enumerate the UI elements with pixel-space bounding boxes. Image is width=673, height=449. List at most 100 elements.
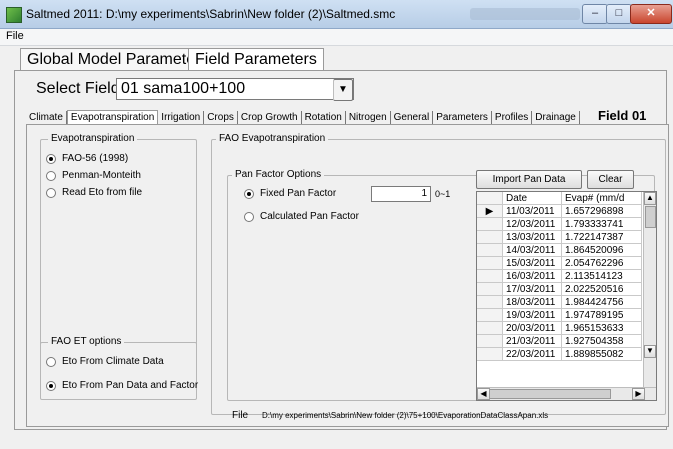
title-bar: Saltmed 2011: D:\my experiments\Sabrin\N… xyxy=(0,0,673,29)
scroll-right-icon[interactable]: ▶ xyxy=(632,388,645,400)
import-pan-data-button[interactable]: Import Pan Data xyxy=(476,170,582,189)
pan-factor-options-title: Pan Factor Options xyxy=(232,169,325,180)
table-row[interactable]: 21/03/2011 1.927504358 xyxy=(477,334,642,348)
cell-evap[interactable]: 2.054762296 xyxy=(561,256,642,270)
pan-factor-range: 0~1 xyxy=(435,189,451,199)
cell-evap[interactable]: 1.965153633 xyxy=(561,321,642,335)
cell-date[interactable]: 19/03/2011 xyxy=(502,308,562,322)
row-header xyxy=(477,230,503,244)
cell-evap[interactable]: 2.022520516 xyxy=(561,282,642,296)
tab-global-model-parameters[interactable]: Global Model Parameters xyxy=(20,48,216,72)
option-read-eto-from-file[interactable]: Read Eto from file xyxy=(46,187,142,198)
table-row[interactable]: 20/03/2011 1.965153633 xyxy=(477,321,642,335)
tab-drainage[interactable]: Drainage xyxy=(532,111,580,125)
option-eto-from-pan-data[interactable]: Eto From Pan Data and Factor xyxy=(46,380,198,391)
cell-date[interactable]: 17/03/2011 xyxy=(502,282,562,296)
row-header xyxy=(477,217,503,231)
title-bar-blurred-region xyxy=(470,8,580,20)
tab-parameters[interactable]: Parameters xyxy=(433,111,492,125)
cell-evap[interactable]: 1.889855082 xyxy=(561,347,642,361)
app-icon xyxy=(6,7,22,23)
radio-selected-icon[interactable] xyxy=(46,380,56,391)
cell-evap[interactable]: 1.722147387 xyxy=(561,230,642,244)
option-fixed-pan-factor[interactable]: Fixed Pan Factor xyxy=(244,188,336,199)
column-header-date[interactable]: Date xyxy=(502,192,562,205)
grid-vertical-scrollbar[interactable]: ▲ ▼ xyxy=(643,192,656,388)
cell-date[interactable]: 18/03/2011 xyxy=(502,295,562,309)
clear-button[interactable]: Clear xyxy=(587,170,634,189)
table-row[interactable]: 14/03/2011 1.864520096 xyxy=(477,243,642,257)
cell-date[interactable]: 16/03/2011 xyxy=(502,269,562,283)
cell-evap[interactable]: 1.984424756 xyxy=(561,295,642,309)
vertical-scroll-thumb[interactable] xyxy=(645,206,656,228)
cell-evap[interactable]: 1.927504358 xyxy=(561,334,642,348)
tab-crop-growth[interactable]: Crop Growth xyxy=(238,111,302,125)
row-header xyxy=(477,282,503,296)
radio-unselected-icon[interactable] xyxy=(46,187,56,198)
radio-unselected-icon[interactable] xyxy=(244,211,254,222)
tab-field-parameters[interactable]: Field Parameters xyxy=(188,48,324,72)
cell-evap[interactable]: 1.793333741 xyxy=(561,217,642,231)
table-row[interactable]: 15/03/2011 2.054762296 xyxy=(477,256,642,270)
cell-evap[interactable]: 1.657296898 xyxy=(561,204,642,218)
tab-profiles[interactable]: Profiles xyxy=(492,111,533,125)
table-row[interactable]: ▶ 11/03/2011 1.657296898 xyxy=(477,204,642,218)
radio-selected-icon[interactable] xyxy=(46,153,56,164)
option-penman-monteith[interactable]: Penman-Monteith xyxy=(46,170,141,181)
minimize-button[interactable]: – xyxy=(582,4,608,24)
cell-date[interactable]: 11/03/2011 xyxy=(502,204,562,218)
fao-evapotranspiration-title: FAO Evapotranspiration xyxy=(216,133,329,144)
table-row[interactable]: 22/03/2011 1.889855082 xyxy=(477,347,642,361)
menu-file[interactable]: File xyxy=(6,30,24,42)
option-eto-from-climate-data[interactable]: Eto From Climate Data xyxy=(46,356,164,367)
table-row[interactable]: 17/03/2011 2.022520516 xyxy=(477,282,642,296)
column-header-evap[interactable]: Evap# (mm/d xyxy=(561,192,642,205)
cell-date[interactable]: 15/03/2011 xyxy=(502,256,562,270)
table-row[interactable]: 19/03/2011 1.974789195 xyxy=(477,308,642,322)
cell-date[interactable]: 14/03/2011 xyxy=(502,243,562,257)
table-row[interactable]: 16/03/2011 2.113514123 xyxy=(477,269,642,283)
option-calculated-pan-factor[interactable]: Calculated Pan Factor xyxy=(244,211,359,222)
scroll-down-icon[interactable]: ▼ xyxy=(644,345,656,358)
fao-et-options-group xyxy=(40,342,197,400)
table-row[interactable]: 12/03/2011 1.793333741 xyxy=(477,217,642,231)
cell-date[interactable]: 20/03/2011 xyxy=(502,321,562,335)
row-header xyxy=(477,347,503,361)
grid-header-row: Date Evap# (mm/d xyxy=(477,192,642,205)
bottom-strip xyxy=(0,440,673,449)
tab-irrigation[interactable]: Irrigation xyxy=(158,111,205,125)
file-path: D:\my experiments\Sabrin\New folder (2)\… xyxy=(262,411,549,420)
pan-data-grid[interactable]: Date Evap# (mm/d ▶ 11/03/2011 1.657296898 … xyxy=(476,191,657,401)
option-fao-56[interactable]: FAO-56 (1998) xyxy=(46,153,128,164)
cell-date[interactable]: 21/03/2011 xyxy=(502,334,562,348)
radio-unselected-icon[interactable] xyxy=(46,356,56,367)
table-row[interactable]: 18/03/2011 1.984424756 xyxy=(477,295,642,309)
horizontal-scroll-thumb[interactable] xyxy=(489,389,611,399)
evapotranspiration-group-title: Evapotranspiration xyxy=(48,133,138,144)
tab-crops[interactable]: Crops xyxy=(204,111,238,125)
fixed-pan-factor-input[interactable]: 1 xyxy=(371,186,431,202)
tab-general[interactable]: General xyxy=(391,111,434,125)
select-field-label: Select Field xyxy=(36,80,120,97)
grid-horizontal-scrollbar[interactable]: ◀ ▶ xyxy=(477,387,656,400)
close-button[interactable]: ✕ xyxy=(630,4,672,24)
chevron-down-icon[interactable]: ▼ xyxy=(333,79,353,101)
radio-unselected-icon[interactable] xyxy=(46,170,56,181)
cell-date[interactable]: 22/03/2011 xyxy=(502,347,562,361)
tab-rotation[interactable]: Rotation xyxy=(302,111,346,125)
cell-evap[interactable]: 2.113514123 xyxy=(561,269,642,283)
cell-evap[interactable]: 1.864520096 xyxy=(561,243,642,257)
table-row[interactable]: 13/03/2011 1.722147387 xyxy=(477,230,642,244)
radio-selected-icon[interactable] xyxy=(244,188,254,199)
tab-nitrogen[interactable]: Nitrogen xyxy=(346,111,391,125)
select-field-value: 01 sama100+100 xyxy=(121,80,246,97)
select-field-dropdown[interactable]: 01 sama100+100 ▼ xyxy=(116,78,354,101)
window-title: Saltmed 2011: D:\my experiments\Sabrin\N… xyxy=(26,7,396,21)
cell-evap[interactable]: 1.974789195 xyxy=(561,308,642,322)
menu-bar: File xyxy=(0,29,673,46)
cell-date[interactable]: 13/03/2011 xyxy=(502,230,562,244)
tab-climate[interactable]: Climate xyxy=(26,111,67,125)
scroll-up-icon[interactable]: ▲ xyxy=(644,192,656,205)
maximize-button[interactable]: □ xyxy=(606,4,632,24)
cell-date[interactable]: 12/03/2011 xyxy=(502,217,562,231)
